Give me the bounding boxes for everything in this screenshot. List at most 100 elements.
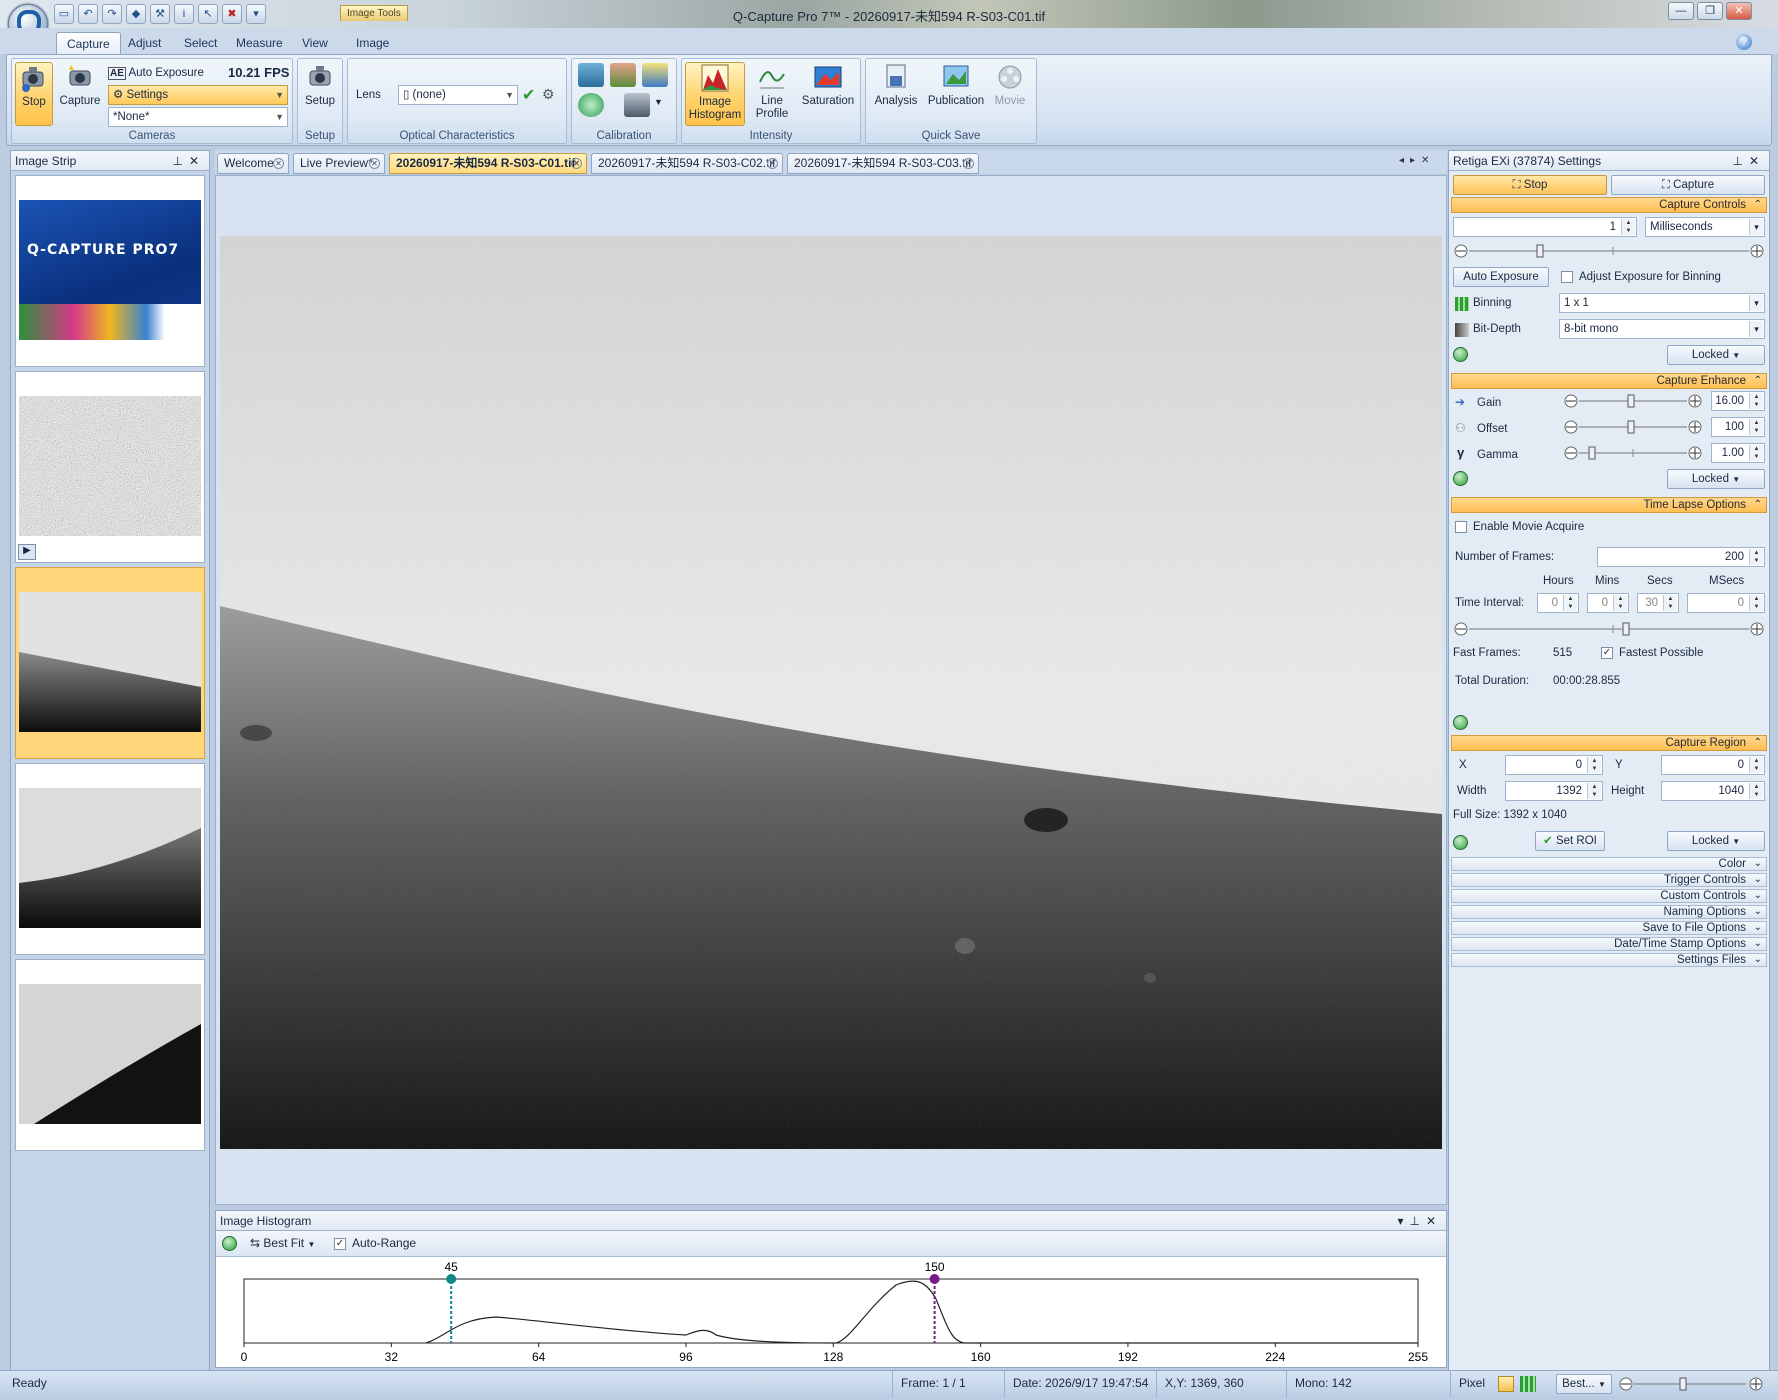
window-icon[interactable]: ▭ [54, 4, 74, 24]
capture-region-lock-dropdown[interactable]: Locked ▼ [1667, 831, 1765, 851]
section-save-to-file-options[interactable]: Save to File Options ⌄ [1451, 921, 1767, 935]
refresh-calibration-icon[interactable] [578, 93, 604, 117]
refresh-icon[interactable] [222, 1236, 237, 1251]
offset-input[interactable]: 100 ▲ ▼ [1711, 417, 1765, 437]
spinner-icon[interactable]: ▲ ▼ [1563, 595, 1577, 611]
pin-close-icons[interactable]: ⊥✕ [172, 151, 205, 171]
spinner-icon[interactable]: ▲ ▼ [1749, 445, 1763, 461]
microscope-image[interactable] [220, 236, 1442, 1149]
info-icon[interactable]: i [174, 4, 194, 24]
capture-enhance-lock-dropdown[interactable]: Locked ▼ [1667, 469, 1765, 489]
stop-live-button[interactable]: ⛶ Stop [1453, 175, 1607, 195]
grid-view-icon[interactable] [1520, 1376, 1536, 1392]
tools-icon[interactable]: ⚒ [150, 4, 170, 24]
spinner-icon[interactable]: ▲ ▼ [1749, 783, 1763, 799]
section-settings-files[interactable]: Settings Files ⌄ [1451, 953, 1767, 967]
spinner-icon[interactable]: ▲ ▼ [1587, 783, 1601, 799]
thumbnail-live-preview[interactable]: ▶ [15, 371, 205, 563]
spinner-icon[interactable]: ▲ ▼ [1621, 219, 1635, 235]
spinner-icon[interactable]: ▲ ▼ [1749, 757, 1763, 773]
set-roi-button[interactable]: ✔ Set ROI [1535, 831, 1605, 851]
exposure-input[interactable]: 1 ▲ ▼ [1453, 217, 1637, 237]
zoom-slider[interactable] [1616, 1374, 1766, 1394]
maximize-button[interactable]: ❐ [1697, 2, 1723, 20]
movie-button[interactable]: Movie [988, 62, 1032, 126]
tab-adjust[interactable]: Adjust [118, 32, 171, 54]
calibrate-flat-icon[interactable] [578, 63, 604, 87]
time-lapse-header[interactable]: Time Lapse Options ⌃ [1451, 497, 1767, 513]
setup-button[interactable]: Setup [301, 62, 339, 126]
tab-capture[interactable]: Capture [56, 32, 121, 54]
doc-tab-welcome[interactable]: Welcome ✕ [217, 153, 289, 174]
zoom-dropdown[interactable]: Best... ▼ [1556, 1374, 1612, 1394]
thumbnail-c01[interactable] [15, 567, 205, 759]
minimize-button[interactable]: — [1668, 2, 1694, 20]
preset-dropdown[interactable]: *None* ▼ [108, 107, 288, 127]
adjust-binning-checkbox[interactable] [1561, 271, 1573, 283]
calibrate-color-icon[interactable] [610, 63, 636, 87]
close-tab-icon[interactable]: ✕ [571, 158, 582, 169]
frames-input[interactable]: 200 ▲ ▼ [1597, 547, 1765, 567]
offset-slider[interactable] [1563, 417, 1703, 437]
mins-input[interactable]: 0 ▲ ▼ [1587, 593, 1629, 613]
help-icon[interactable]: ? [1736, 34, 1752, 50]
redo-icon[interactable]: ↷ [102, 4, 122, 24]
delete-icon[interactable]: ✖ [222, 4, 242, 24]
close-tab-icon[interactable]: ✕ [767, 158, 778, 169]
reset-time-lapse-icon[interactable] [1453, 715, 1468, 730]
publication-button[interactable]: Publication [926, 62, 986, 126]
msecs-input[interactable]: 0 ▲ ▼ [1687, 593, 1765, 613]
gamma-input[interactable]: 1.00 ▲ ▼ [1711, 443, 1765, 463]
camera-calibration-icon[interactable] [624, 93, 650, 117]
lens-settings-icon[interactable]: ⚙ [542, 86, 555, 103]
doc-tab-c03[interactable]: 20260917-未知594 R-S03-C03.tif ✕ [787, 153, 979, 174]
stop-button[interactable]: Stop [15, 62, 53, 126]
doc-tab-c02[interactable]: 20260917-未知594 R-S03-C02.tif ✕ [591, 153, 783, 174]
close-tab-icon[interactable]: ✕ [369, 158, 380, 169]
capture-enhance-header[interactable]: Capture Enhance ⌃ [1451, 373, 1767, 389]
analysis-button[interactable]: Analysis [869, 62, 923, 126]
secs-input[interactable]: 30 ▲ ▼ [1637, 593, 1679, 613]
binning-dropdown[interactable]: 1 x 1 ▾ [1559, 293, 1765, 313]
close-tab-icon[interactable]: ✕ [273, 158, 284, 169]
spinner-icon[interactable]: ▲ ▼ [1613, 595, 1627, 611]
doc-tab-live-preview[interactable]: Live Preview* ✕ [293, 153, 385, 174]
gain-input[interactable]: 16.00 ▲ ▼ [1711, 391, 1765, 411]
spinner-icon[interactable]: ▲ ▼ [1749, 419, 1763, 435]
tag-icon[interactable]: ◆ [126, 4, 146, 24]
close-tab-icon[interactable]: ✕ [963, 158, 974, 169]
reset-capture-controls-icon[interactable] [1453, 347, 1468, 362]
spinner-icon[interactable]: ▲ ▼ [1663, 595, 1677, 611]
tab-measure[interactable]: Measure [226, 32, 293, 54]
close-button[interactable]: ✕ [1726, 2, 1752, 20]
doc-tab-c01[interactable]: 20260917-未知594 R-S03-C01.tif ✕ [389, 153, 587, 174]
section-custom-controls[interactable]: Custom Controls ⌄ [1451, 889, 1767, 903]
tab-select[interactable]: Select [174, 32, 227, 54]
capture-controls-header[interactable]: Capture Controls ⌃ [1451, 197, 1767, 213]
section-color[interactable]: Color ⌄ [1451, 857, 1767, 871]
roi-height-input[interactable]: 1040 ▲ ▼ [1661, 781, 1765, 801]
histogram-chart[interactable]: 45 150 0 32 64 96 128 160 192 224 255 [216, 1259, 1446, 1367]
bit-depth-dropdown[interactable]: 8-bit mono ▾ [1559, 319, 1765, 339]
capture-now-button[interactable]: ⛶ Capture [1611, 175, 1765, 195]
exposure-unit-dropdown[interactable]: Milliseconds ▾ [1645, 217, 1765, 237]
pointer-icon[interactable]: ↖ [198, 4, 218, 24]
spinner-icon[interactable]: ▲ ▼ [1749, 595, 1763, 611]
spinner-icon[interactable]: ▲ ▼ [1749, 549, 1763, 565]
line-profile-button[interactable]: Line Profile [748, 62, 796, 126]
exposure-slider[interactable] [1453, 241, 1765, 261]
fastest-possible-checkbox[interactable]: ✓ [1601, 647, 1613, 659]
section-trigger-controls[interactable]: Trigger Controls ⌄ [1451, 873, 1767, 887]
settings-dropdown[interactable]: ⚙ Settings ▼ [108, 85, 288, 105]
roi-width-input[interactable]: 1392 ▲ ▼ [1505, 781, 1603, 801]
gamma-slider[interactable] [1563, 443, 1703, 463]
capture-button[interactable]: Capture [58, 62, 102, 126]
apply-check-icon[interactable]: ✔ [522, 85, 535, 105]
thumbnail-c02[interactable] [15, 763, 205, 955]
spinner-icon[interactable]: ▲ ▼ [1749, 393, 1763, 409]
lens-dropdown[interactable]: ▯ (none) ▼ [398, 85, 518, 105]
spinner-icon[interactable]: ▲ ▼ [1587, 757, 1601, 773]
reset-enhance-icon[interactable] [1453, 471, 1468, 486]
customize-qat-icon[interactable]: ▾ [246, 4, 266, 24]
interval-slider[interactable] [1453, 619, 1765, 639]
